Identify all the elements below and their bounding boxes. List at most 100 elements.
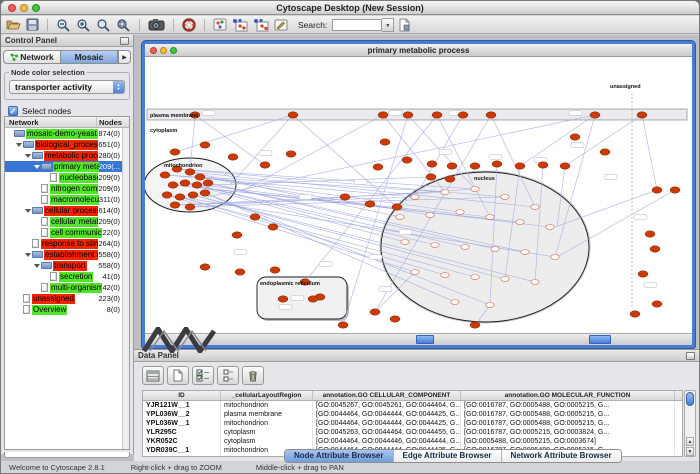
- tree-item-unassigned[interactable]: unassigned223(0): [5, 293, 122, 304]
- tree-item-cellular-metabol[interactable]: cellular metabol209(0): [5, 216, 122, 227]
- column-header-annotation-go-cellular-component[interactable]: annotation.GO CELLULAR_COMPONENT: [313, 391, 461, 400]
- tree-item-response-to-stimulu[interactable]: response to stimulu264(0): [5, 238, 122, 249]
- unselect-attributes-icon[interactable]: [217, 366, 239, 385]
- window-titlebar[interactable]: Cytoscape Desktop (New Session): [1, 1, 699, 15]
- select-nodes-label: Select nodes: [22, 106, 71, 116]
- tab-node-attribute-browser[interactable]: Node Attribute Browser: [285, 450, 394, 462]
- disclosure-triangle-icon[interactable]: [25, 209, 31, 213]
- network-file-icon: [23, 305, 30, 314]
- zoom-button[interactable]: [32, 4, 40, 12]
- tree-item-establishment-of-lo[interactable]: establishment of lo558(0): [5, 249, 122, 260]
- tab-network-attribute-browser[interactable]: Network Attribute Browser: [502, 450, 621, 462]
- table-row[interactable]: YJR121W__1mitochondrion[GO:0045267, GO:0…: [143, 401, 682, 410]
- status-welcome: Welcome to Cytoscape 2.8.1: [9, 463, 105, 472]
- tree-header-nodes[interactable]: Nodes: [97, 117, 129, 127]
- tree-item-mosaic-demo-yeast[interactable]: mosaic-demo-yeast874(0): [5, 128, 122, 139]
- new-attribute-icon[interactable]: [167, 366, 189, 385]
- tree-item-overview[interactable]: Overview8(0): [5, 304, 122, 315]
- select-attributes-icon[interactable]: [192, 366, 214, 385]
- tab-overflow-arrow[interactable]: ▶: [118, 50, 131, 64]
- tree-item-biological-process[interactable]: biological_process651(0): [5, 139, 122, 150]
- zoom-selected-icon[interactable]: [95, 17, 112, 33]
- table-vertical-scrollbar[interactable]: ▲ ▼: [684, 390, 696, 457]
- tab-mosaic[interactable]: Mosaic: [60, 50, 118, 64]
- node-count: 874(0): [98, 129, 122, 139]
- attribute-matrix-icon[interactable]: [142, 366, 164, 385]
- view-zoom-button[interactable]: [170, 47, 177, 54]
- scrollbar-thumb[interactable]: [686, 392, 694, 406]
- table-row[interactable]: YKR052Ccytoplasm[GO:0044464, GO:0044446,…: [143, 437, 682, 446]
- tree-item-primary-metabo[interactable]: primary metabo209(...: [5, 161, 122, 172]
- table-cell: YKR052C: [143, 437, 221, 446]
- tab-edge-attribute-browser[interactable]: Edge Attribute Browser: [394, 450, 502, 462]
- destroy-network-view-icon[interactable]: [252, 17, 270, 33]
- open-folder-icon[interactable]: [5, 17, 22, 33]
- scroll-down-icon[interactable]: ▼: [686, 447, 694, 456]
- node-count: 614(0): [98, 206, 122, 216]
- delete-attribute-icon[interactable]: [242, 366, 264, 385]
- tree-item-transport[interactable]: transport558(0): [5, 260, 122, 271]
- network-view-title: primary metabolic process: [145, 44, 692, 57]
- column-header-cellularlayoutregion[interactable]: _cellularLayoutRegion: [221, 391, 313, 400]
- search-input[interactable]: [332, 19, 382, 31]
- snapshot-camera-icon[interactable]: [147, 17, 166, 33]
- disclosure-triangle-icon[interactable]: [34, 165, 40, 169]
- create-network-view-icon[interactable]: [231, 17, 249, 33]
- scroll-up-icon[interactable]: ▲: [686, 437, 694, 446]
- import-document-icon[interactable]: [397, 17, 412, 33]
- column-header-annotation-go-molecular-function[interactable]: annotation.GO MOLECULAR_FUNCTION: [461, 391, 675, 400]
- minimize-button[interactable]: [20, 4, 28, 12]
- select-nodes-checkbox[interactable]: ✓: [8, 106, 18, 116]
- tree-item-cellular-process[interactable]: cellular process614(0): [5, 205, 122, 216]
- table-row[interactable]: YLR295Ccytoplasm[GO:0045263, GO:0044464,…: [143, 428, 682, 437]
- tree-scrollbar[interactable]: [122, 128, 129, 449]
- view-close-button[interactable]: [150, 47, 157, 54]
- groupbox-title: Node color selection: [9, 68, 87, 77]
- close-button[interactable]: [8, 4, 16, 12]
- window-title: Cytoscape Desktop (New Session): [1, 1, 699, 15]
- column-header-id[interactable]: ID: [143, 391, 221, 400]
- tree-item-nitrogen-compo[interactable]: nitrogen compo209(0): [5, 183, 122, 194]
- vizmapper-icon[interactable]: [273, 17, 289, 33]
- node-color-dropdown[interactable]: transporter activity ▲▼: [9, 80, 125, 94]
- control-panel-title: Control Panel: [5, 35, 57, 46]
- scrollbar-thumb[interactable]: [589, 335, 611, 344]
- network-horizontal-scrollbar[interactable]: [145, 333, 692, 345]
- tree-item-label: cell communicat: [50, 228, 102, 238]
- tree-item-macromolecule[interactable]: macromolecule311(0): [5, 194, 122, 205]
- tree-item-cell-communicat[interactable]: cell communicat22(0): [5, 227, 122, 238]
- disclosure-triangle-icon[interactable]: [25, 154, 31, 158]
- tree-item-multi-organism-pro[interactable]: multi-organism pro42(0): [5, 282, 122, 293]
- help-lifesaver-icon[interactable]: [181, 17, 197, 33]
- zoom-in-icon[interactable]: [75, 17, 92, 33]
- table-cell: [GO:0005488, GO:0005215, GO:0003674]: [461, 437, 675, 446]
- float-panel-icon[interactable]: [120, 37, 129, 45]
- search-dropdown-icon[interactable]: ▼: [382, 18, 394, 32]
- tree-item-label: mosaic-demo-yeast: [26, 129, 98, 139]
- disclosure-triangle-icon[interactable]: [25, 253, 31, 257]
- tree-item-nucleobase-c[interactable]: nucleobase-c209(0): [5, 172, 122, 183]
- save-icon[interactable]: [25, 17, 40, 33]
- tree-item-label: cellular process: [44, 206, 98, 216]
- tree-item-metabolic-process[interactable]: metabolic process280(0): [5, 150, 122, 161]
- toolbar-separator: [47, 19, 48, 31]
- network-canvas[interactable]: plasma membranecytoplasmmitochondrionnuc…: [145, 57, 692, 333]
- tree-item-secretion[interactable]: secretion41(0): [5, 271, 122, 282]
- scrollbar-thumb[interactable]: [416, 335, 434, 344]
- zoom-out-icon[interactable]: [55, 17, 72, 33]
- view-minimize-button[interactable]: [160, 47, 167, 54]
- node-count: 209(0): [98, 184, 122, 194]
- zoom-fit-icon[interactable]: [115, 17, 132, 33]
- data-panel-header: Data Panel: [134, 350, 699, 362]
- disclosure-triangle-icon[interactable]: [16, 143, 22, 147]
- tree-header-network[interactable]: Network: [5, 117, 97, 127]
- birdseye-view-icon[interactable]: [212, 17, 228, 33]
- tab-network[interactable]: Network: [3, 50, 60, 64]
- float-panel-icon[interactable]: [686, 352, 695, 360]
- disclosure-triangle-icon[interactable]: [34, 264, 40, 268]
- svg-text:unassigned: unassigned: [610, 84, 641, 90]
- network-view-titlebar[interactable]: primary metabolic process: [145, 44, 692, 57]
- dropdown-stepper-icon: ▲▼: [113, 80, 124, 94]
- table-row[interactable]: YPL036W__2plasma membrane[GO:0044464, GO…: [143, 410, 682, 419]
- table-row[interactable]: YPL036W__1mitochondrion[GO:0044464, GO:0…: [143, 419, 682, 428]
